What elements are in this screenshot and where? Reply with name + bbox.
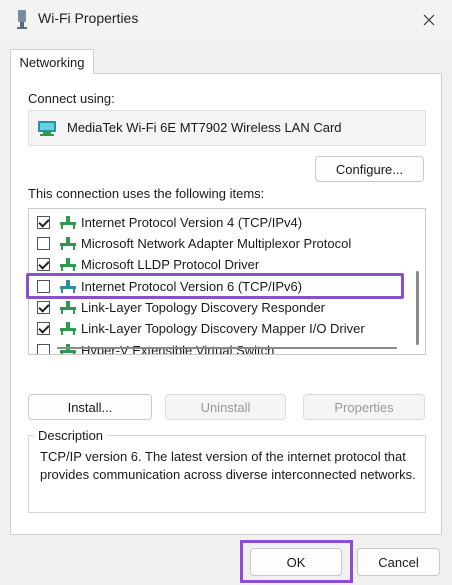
item-checkbox[interactable] xyxy=(37,258,50,271)
cancel-button[interactable]: Cancel xyxy=(357,548,440,576)
item-checkbox[interactable] xyxy=(37,344,50,354)
network-protocol-icon xyxy=(60,216,76,229)
selection-highlight xyxy=(26,273,404,299)
window-title: Wi-Fi Properties xyxy=(38,10,139,26)
item-label: Link-Layer Topology Discovery Mapper I/O… xyxy=(81,321,365,336)
connect-using-label: Connect using: xyxy=(28,91,115,106)
item-checkbox[interactable] xyxy=(37,237,50,250)
network-protocol-icon xyxy=(60,258,76,271)
description-text: TCP/IP version 6. The latest version of … xyxy=(40,449,416,482)
install-button-label: Install... xyxy=(67,399,113,415)
list-item[interactable]: Internet Protocol Version 4 (TCP/IPv4) xyxy=(29,212,409,234)
item-checkbox[interactable] xyxy=(37,322,50,335)
network-protocol-icon xyxy=(60,344,76,354)
configure-button-label: Configure... xyxy=(335,161,404,177)
list-item[interactable]: Link-Layer Topology Discovery Responder xyxy=(29,297,409,319)
item-label: Link-Layer Topology Discovery Responder xyxy=(81,300,325,315)
network-protocol-icon xyxy=(60,322,76,335)
title-bar: Wi-Fi Properties xyxy=(0,0,452,40)
adapter-box: MediaTek Wi-Fi 6E MT7902 Wireless LAN Ca… xyxy=(28,110,426,146)
wifi-adapter-icon xyxy=(17,10,27,29)
description-legend: Description xyxy=(34,428,108,443)
properties-button[interactable]: Properties xyxy=(303,394,425,420)
item-label: Hyper-V Extensible Virtual Switch xyxy=(81,343,275,355)
item-checkbox[interactable] xyxy=(37,301,50,314)
tab-label: Networking xyxy=(19,54,85,70)
vertical-scrollbar[interactable] xyxy=(416,271,419,345)
tab-networking[interactable]: Networking xyxy=(10,49,94,74)
horizontal-scrollbar[interactable] xyxy=(57,347,397,349)
item-label: Microsoft LLDP Protocol Driver xyxy=(81,257,260,272)
item-checkbox[interactable] xyxy=(37,216,50,229)
uninstall-button[interactable]: Uninstall xyxy=(165,394,286,420)
properties-button-label: Properties xyxy=(334,399,394,415)
adapter-name: MediaTek Wi-Fi 6E MT7902 Wireless LAN Ca… xyxy=(67,120,342,135)
item-label: Microsoft Network Adapter Multiplexor Pr… xyxy=(81,236,352,251)
item-label: Internet Protocol Version 4 (TCP/IPv4) xyxy=(81,215,303,230)
network-protocol-icon xyxy=(60,237,76,250)
configure-button[interactable]: Configure... xyxy=(315,156,424,182)
close-button[interactable] xyxy=(414,6,444,34)
items-label: This connection uses the following items… xyxy=(28,186,265,201)
list-item[interactable]: Link-Layer Topology Discovery Mapper I/O… xyxy=(29,318,409,340)
cancel-button-label: Cancel xyxy=(378,554,419,570)
ok-highlight xyxy=(240,540,353,583)
install-button[interactable]: Install... xyxy=(28,394,152,420)
network-protocol-icon xyxy=(60,301,76,314)
close-icon xyxy=(423,14,435,26)
network-adapter-icon xyxy=(38,121,56,136)
list-item[interactable]: Microsoft Network Adapter Multiplexor Pr… xyxy=(29,233,409,255)
uninstall-button-label: Uninstall xyxy=(200,399,251,415)
